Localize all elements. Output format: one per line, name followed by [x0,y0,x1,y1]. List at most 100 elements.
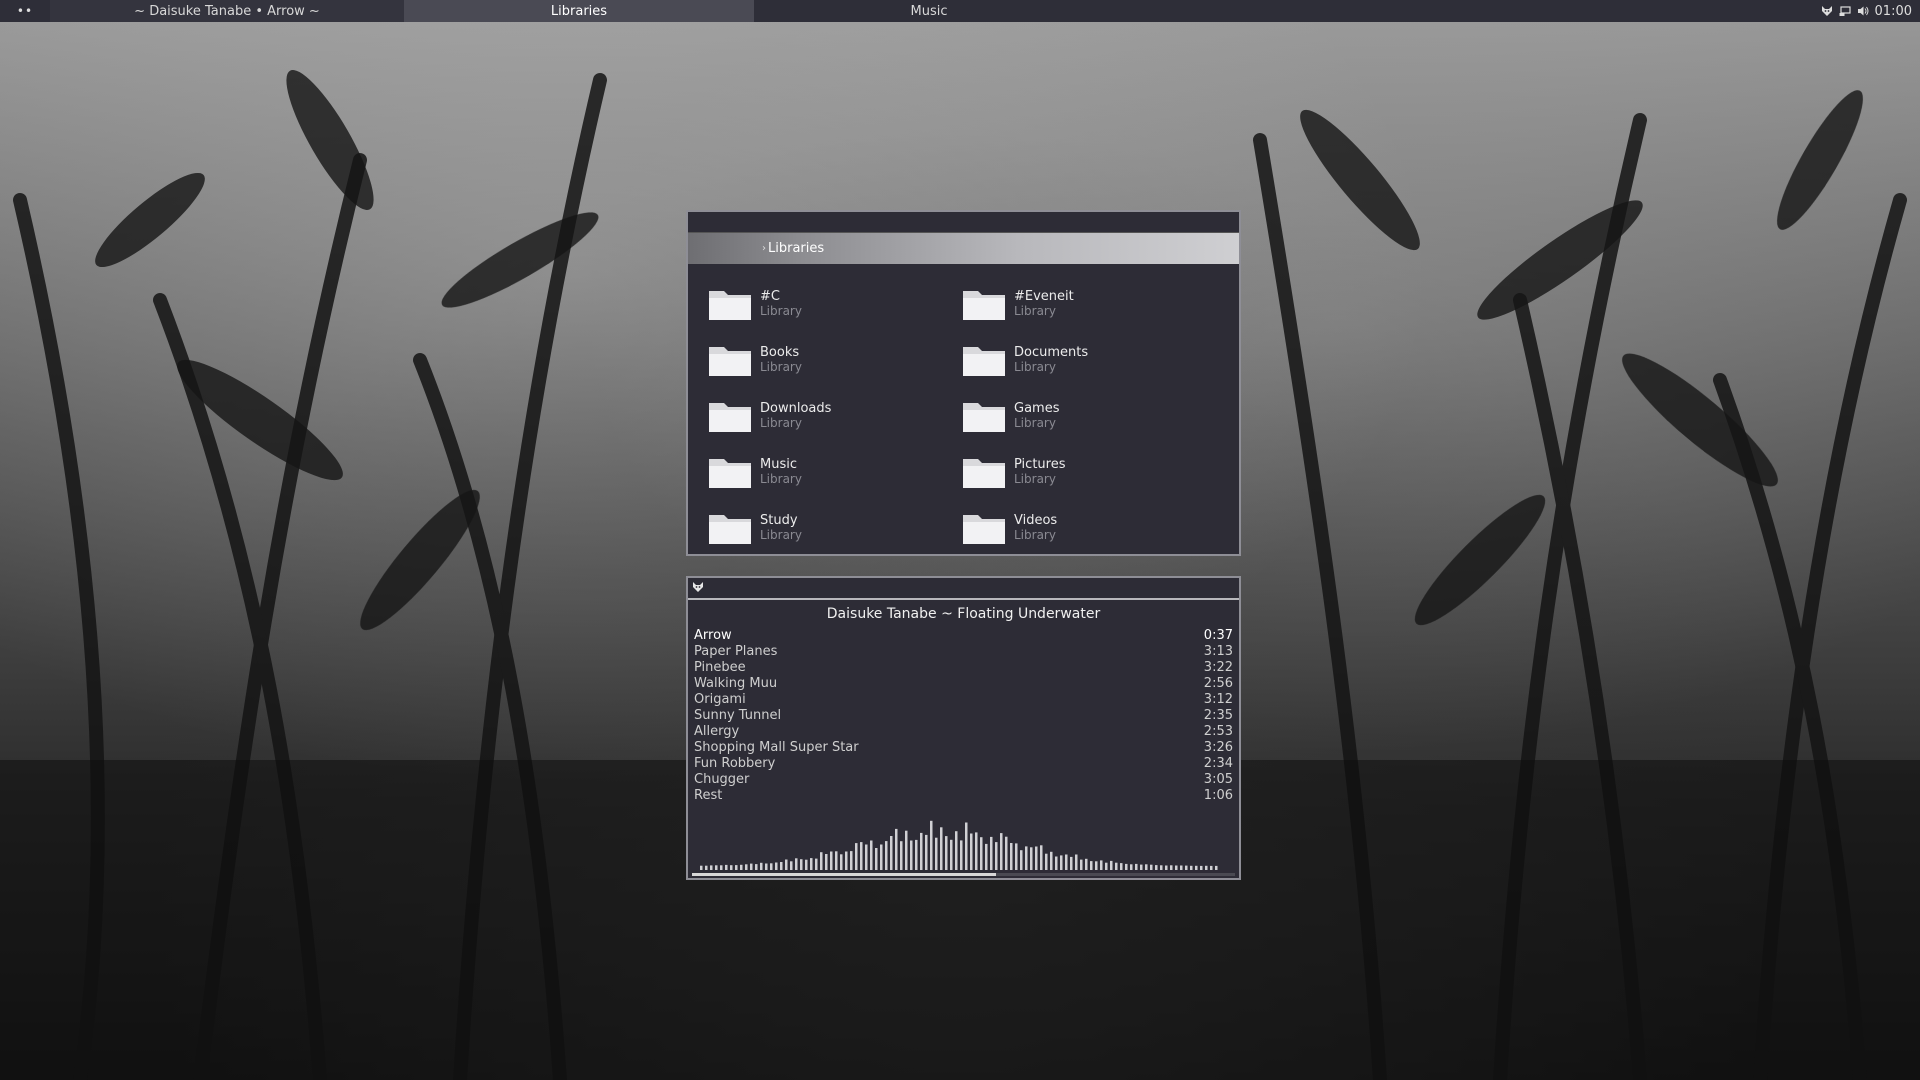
visualizer-bar [865,844,868,870]
library-item[interactable]: Books Library [708,332,962,388]
workspace-menu-button[interactable]: •• [0,0,50,22]
library-type: Library [1014,416,1056,430]
visualizer-bar [1120,863,1123,870]
visualizer-bar [860,842,863,870]
library-name: Videos [1014,513,1058,528]
library-text: #Eveneit Library [1014,289,1074,319]
visualizer-bar [955,831,958,870]
track-row[interactable]: Walking Muu 2:56 [694,676,1233,692]
tab-now-playing[interactable]: ~ Daisuke Tanabe • Arrow ~ [50,0,404,22]
track-row[interactable]: Allergy 2:53 [694,724,1233,740]
folder-icon [963,515,1005,544]
track-row[interactable]: Paper Planes 3:13 [694,644,1233,660]
track-duration: 1:06 [1203,788,1233,803]
breadcrumb-chevron-icon[interactable]: › [762,243,766,254]
libraries-header: › Libraries [688,233,1239,264]
visualizer-bar [1185,865,1188,870]
folder-icon [963,403,1005,432]
visualizer-bar [1090,861,1093,870]
visualizer-bar [850,851,853,870]
libraries-titlebar[interactable] [688,212,1239,233]
library-text: Documents Library [1014,345,1088,375]
folder-icon [963,459,1005,488]
library-item[interactable]: Music Library [708,444,962,500]
library-item[interactable]: Study Library [708,500,962,556]
track-title: Shopping Mall Super Star [694,740,859,755]
visualizer-bar [875,848,878,870]
visualizer-bar [925,834,928,870]
fox-icon [693,582,703,592]
track-duration: 2:34 [1203,756,1233,771]
visualizer-bar [885,841,888,870]
visualizer-bar [1015,843,1018,870]
library-item[interactable]: Videos Library [962,500,1216,556]
library-type: Library [760,528,802,542]
visualizer-bar [1045,853,1048,870]
library-item[interactable]: Games Library [962,388,1216,444]
visualizer-bar [730,865,733,870]
tab-libraries[interactable]: Libraries [404,0,754,22]
volume-icon[interactable] [1857,5,1869,17]
tab-music[interactable]: Music [754,0,1104,22]
visualizer-bar [975,832,978,870]
visualizer-bar [1215,865,1218,870]
visualizer-bar [1105,862,1108,870]
network-icon[interactable] [1839,5,1851,17]
track-row[interactable]: Fun Robbery 2:34 [694,756,1233,772]
library-name: Documents [1014,345,1089,360]
music-titlebar[interactable] [688,578,1239,600]
visualizer-bar [870,840,873,870]
visualizer-bar [920,832,923,870]
folder-icon [709,403,751,432]
library-text: Books Library [760,345,802,375]
visualizer-bar [835,851,838,870]
folder-icon [709,347,751,376]
library-type: Library [1014,360,1056,374]
library-item[interactable]: Downloads Library [708,388,962,444]
visualizer-bar [1115,862,1118,870]
track-row[interactable]: Origami 3:12 [694,692,1233,708]
visualizer-bar [980,837,983,870]
track-title: Fun Robbery [694,756,776,771]
library-name: #C [760,289,780,304]
visualizer-bar [795,858,798,870]
visualizer-bar [710,865,713,870]
visualizer-bar [1000,833,1003,870]
visualizer-bar [1040,845,1043,870]
track-row[interactable]: Sunny Tunnel 2:35 [694,708,1233,724]
visualizer-bar [895,828,898,870]
clock[interactable]: 01:00 [1875,4,1912,19]
visualizer-bar [965,822,968,870]
library-text: Pictures Library [1014,457,1065,487]
visualizer-bar [905,830,908,870]
visualizer-bar [1070,856,1073,870]
track-row[interactable]: Pinebee 3:22 [694,660,1233,676]
fox-icon[interactable] [1821,5,1833,17]
visualizer-bar [705,865,708,870]
playback-progress-fill [692,873,997,876]
visualizer-bar [1130,864,1133,870]
visualizer-bar [1095,861,1098,870]
track-title: Origami [694,692,746,707]
library-type: Library [760,304,802,318]
folder-icon [709,515,751,544]
visualizer-bar [770,863,773,870]
visualizer-bar [1210,865,1213,870]
visualizer-bar [1135,863,1138,870]
track-row[interactable]: Arrow 0:37 [694,628,1233,644]
music-player-window: Daisuke Tanabe ~ Floating Underwater Arr… [686,576,1241,880]
library-item[interactable]: Pictures Library [962,444,1216,500]
album-title: Daisuke Tanabe ~ Floating Underwater [826,606,1101,622]
playback-progress-bar[interactable] [692,873,1235,876]
system-tray: 01:00 [1821,4,1920,19]
visualizer-bar [1200,865,1203,870]
library-item[interactable]: #C Library [708,276,962,332]
track-row[interactable]: Chugger 3:05 [694,772,1233,788]
visualizer-bar [1140,864,1143,870]
breadcrumb-libraries[interactable]: Libraries [768,241,824,256]
track-row[interactable]: Shopping Mall Super Star 3:26 [694,740,1233,756]
library-item[interactable]: #Eveneit Library [962,276,1216,332]
track-row[interactable]: Rest 1:06 [694,788,1233,804]
folder-icon [709,291,751,320]
library-item[interactable]: Documents Library [962,332,1216,388]
